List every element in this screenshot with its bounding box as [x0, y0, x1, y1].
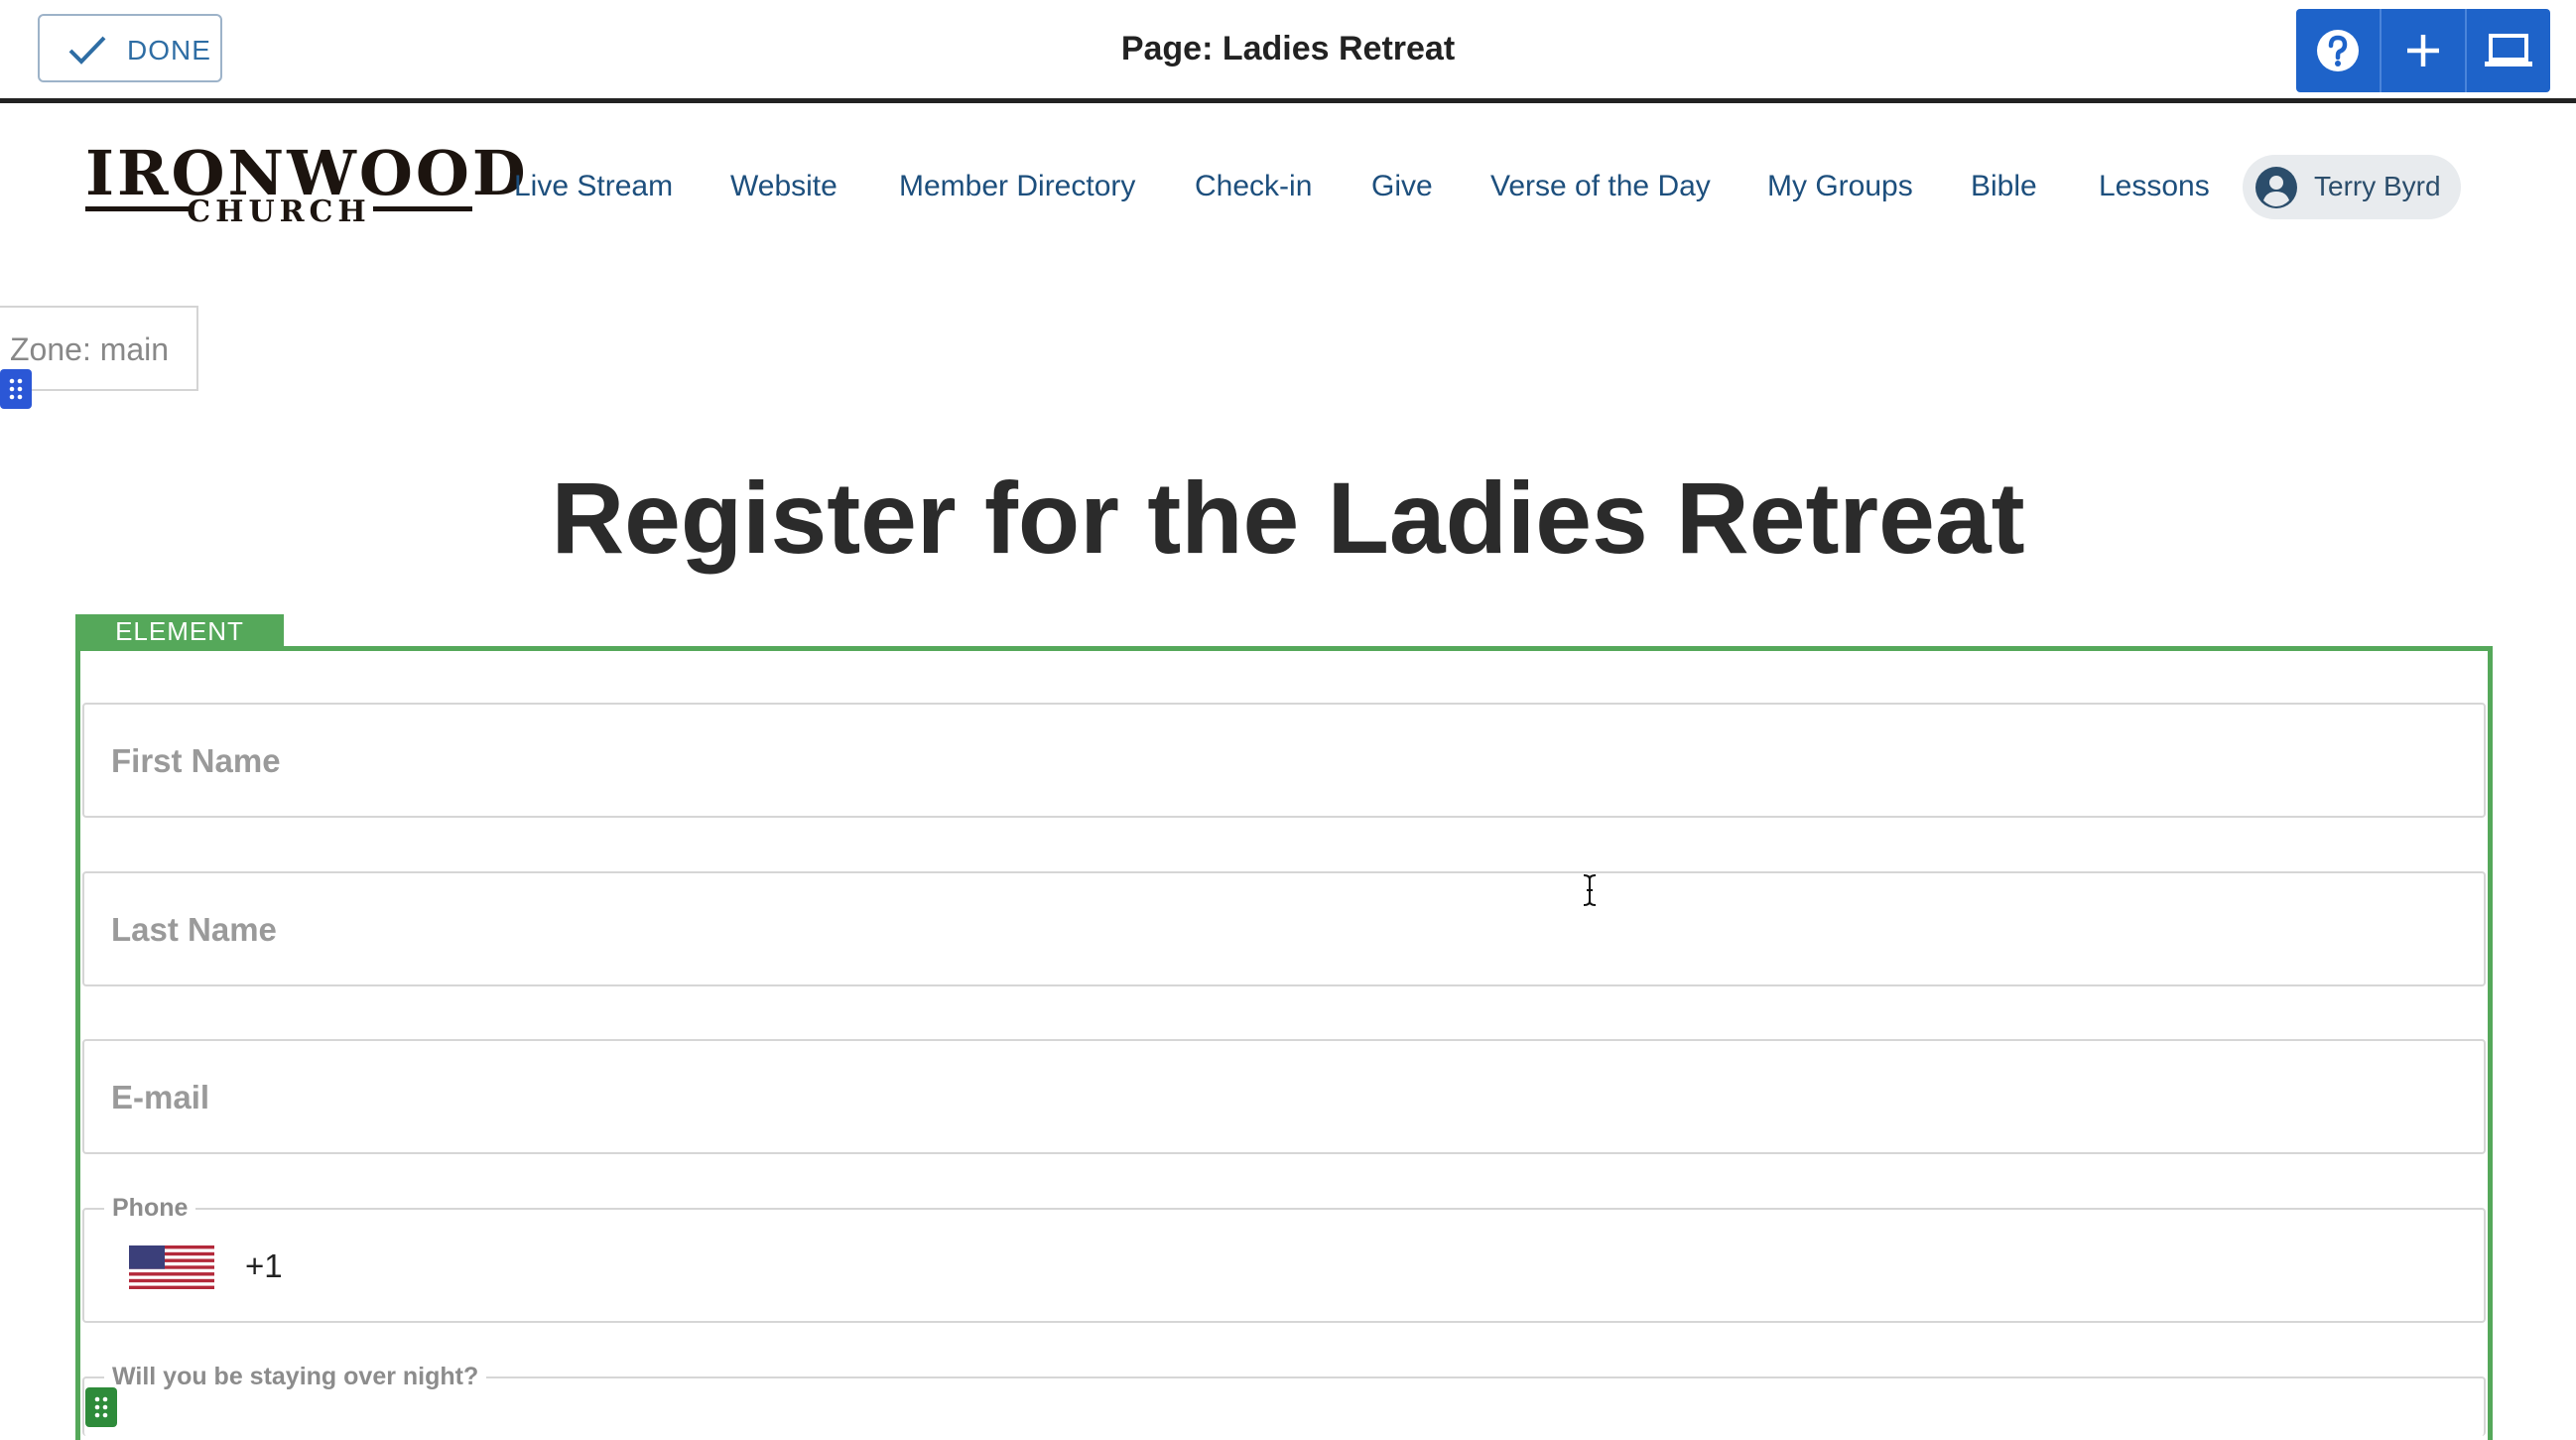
nav-my-groups[interactable]: My Groups [1767, 170, 1913, 203]
nav-verse-of-the-day[interactable]: Verse of the Day [1490, 170, 1711, 203]
phone-dial-code: +1 [245, 1247, 283, 1284]
help-button[interactable] [2296, 9, 2382, 92]
user-menu[interactable]: Terry Byrd [2243, 155, 2461, 219]
phone-field[interactable]: Phone +1 [82, 1194, 2486, 1323]
overnight-label: Will you be staying over night? [104, 1363, 487, 1391]
text-cursor-icon [1583, 874, 1597, 906]
nav-live-stream[interactable]: Live Stream [514, 170, 673, 203]
editor-tool-group [2296, 9, 2550, 92]
editor-toolbar: DONE Page: Ladies Retreat [0, 0, 2576, 103]
church-logo[interactable]: IRONWOOD CHURCH [85, 143, 526, 228]
drag-dots-icon [9, 378, 23, 400]
nav-website[interactable]: Website [730, 170, 837, 203]
nav-give[interactable]: Give [1371, 170, 1433, 203]
last-name-placeholder: Last Name [111, 911, 277, 948]
overnight-field[interactable]: Will you be staying over night? [82, 1363, 2486, 1436]
help-icon [2317, 30, 2359, 71]
first-name-placeholder: First Name [111, 742, 281, 779]
last-name-field[interactable]: Last Name [82, 871, 2486, 986]
zone-label-text: Zone: main [10, 331, 170, 367]
phone-label: Phone [104, 1194, 196, 1223]
email-field[interactable]: E-mail [82, 1039, 2486, 1154]
user-avatar-icon [2255, 167, 2297, 208]
preview-device-button[interactable] [2467, 9, 2550, 92]
user-name: Terry Byrd [2314, 171, 2441, 201]
element-drag-handle[interactable] [85, 1387, 117, 1427]
first-name-field[interactable]: First Name [82, 703, 2486, 818]
element-tag[interactable]: ELEMENT [75, 614, 284, 648]
email-placeholder: E-mail [111, 1079, 210, 1115]
nav-bible[interactable]: Bible [1971, 170, 2037, 203]
page-title: Page: Ladies Retreat [1120, 30, 1456, 67]
plus-icon [2407, 35, 2439, 66]
add-button[interactable] [2382, 9, 2467, 92]
nav-lessons[interactable]: Lessons [2099, 170, 2210, 203]
zone-drag-handle[interactable] [0, 369, 32, 409]
nav-check-in[interactable]: Check-in [1195, 170, 1312, 203]
logo-line2: CHURCH [187, 195, 371, 229]
nav-member-directory[interactable]: Member Directory [899, 170, 1135, 203]
laptop-icon [2485, 34, 2532, 66]
us-flag-icon[interactable] [129, 1245, 214, 1289]
page-heading: Register for the Ladies Retreat [551, 461, 2025, 575]
